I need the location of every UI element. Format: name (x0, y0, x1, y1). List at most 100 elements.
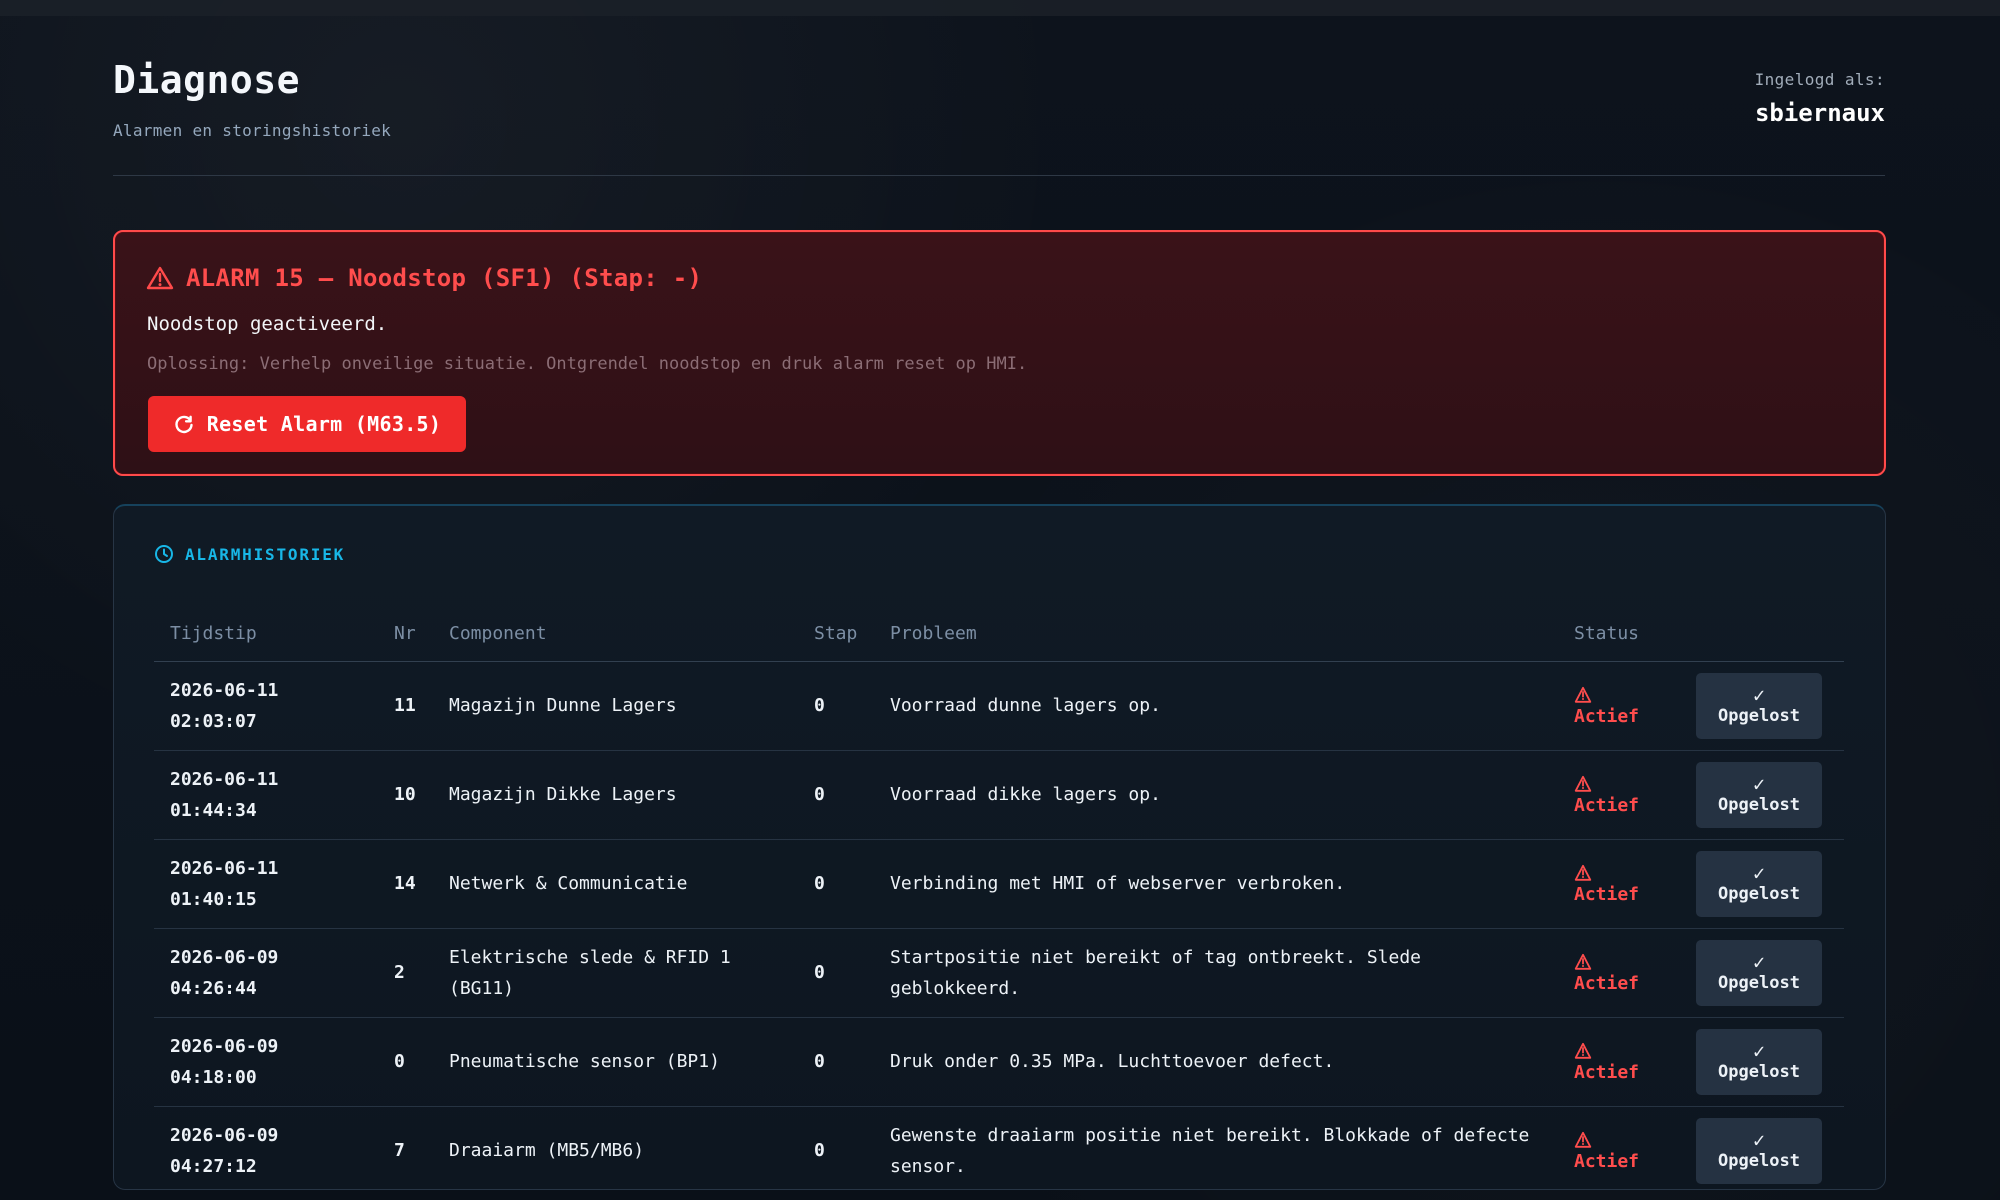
table-row: 2026-06-11 01:40:15 14 Netwerk & Communi… (154, 839, 1844, 929)
status-wrap: Actief (1574, 685, 1680, 730)
check-icon: ✓ (1752, 772, 1766, 796)
warning-triangle-icon (1574, 774, 1592, 792)
status-text: Actief (1574, 706, 1640, 727)
active-alarm-card: ALARM 15 – Noodstop (SF1) (Stap: -) Nood… (113, 230, 1886, 476)
column-action (1680, 606, 1844, 662)
reset-button-label: Reset Alarm (M63.5) (206, 412, 442, 436)
step-cell: 0 (798, 928, 874, 1018)
history-table-wrap: Tijdstip Nr Component Stap Probleem Stat… (154, 606, 1844, 1189)
resolve-button[interactable]: ✓ Opgelost (1696, 850, 1822, 917)
alarm-solution: Oplossing: Verhelp onveilige situatie. O… (147, 354, 1028, 374)
warning-triangle-icon (1574, 1041, 1592, 1059)
alarm-title-row: ALARM 15 – Noodstop (SF1) (Stap: -) (146, 264, 702, 292)
check-icon: ✓ (1752, 861, 1766, 885)
check-icon: ✓ (1752, 683, 1766, 707)
component-cell: Netwerk & Communicatie (433, 839, 798, 929)
table-header: Tijdstip Nr Component Stap Probleem Stat… (154, 606, 1844, 662)
status-cell: Actief (1558, 750, 1680, 840)
resolve-button[interactable]: ✓ Opgelost (1696, 672, 1822, 739)
resolve-button-label: Opgelost (1718, 973, 1800, 993)
component-cell: Elektrische slede & RFID 1 (BG11) (433, 928, 798, 1018)
column-stap: Stap (798, 606, 874, 662)
resolve-button-label: Opgelost (1718, 706, 1800, 726)
history-heading: ALARMHISTORIEK (154, 544, 345, 564)
status-wrap: Actief (1574, 1130, 1680, 1175)
problem-cell: Voorraad dunne lagers op. (874, 661, 1558, 751)
table-row: 2026-06-11 01:44:34 10 Magazijn Dikke La… (154, 750, 1844, 840)
step-cell: 0 (798, 1017, 874, 1107)
status-cell: Actief (1558, 1017, 1680, 1107)
problem-cell: Gewenste draaiarm positie niet bereikt. … (874, 1106, 1558, 1189)
page-subtitle: Alarmen en storingshistoriek (113, 121, 392, 140)
warning-triangle-icon (1574, 952, 1592, 970)
problem-cell: Voorraad dikke lagers op. (874, 750, 1558, 840)
status-text: Actief (1574, 1151, 1640, 1172)
problem-cell: Startpositie niet bereikt of tag ontbree… (874, 928, 1558, 1018)
header-row: Tijdstip Nr Component Stap Probleem Stat… (154, 606, 1844, 662)
nr-cell: 2 (378, 928, 433, 1018)
action-cell: ✓ Opgelost (1680, 839, 1844, 929)
component-cell: Magazijn Dikke Lagers (433, 750, 798, 840)
alarm-history-table: Tijdstip Nr Component Stap Probleem Stat… (154, 606, 1844, 1189)
clock-icon (154, 544, 174, 564)
step-cell: 0 (798, 750, 874, 840)
status-wrap: Actief (1574, 952, 1680, 997)
nr-cell: 14 (378, 839, 433, 929)
resolve-button[interactable]: ✓ Opgelost (1696, 1117, 1822, 1184)
step-cell: 0 (798, 1106, 874, 1189)
page-title: Diagnose (113, 58, 301, 102)
check-icon: ✓ (1752, 1128, 1766, 1152)
warning-triangle-icon (146, 266, 174, 290)
nr-cell: 10 (378, 750, 433, 840)
status-cell: Actief (1558, 661, 1680, 751)
action-cell: ✓ Opgelost (1680, 1106, 1844, 1189)
status-text: Actief (1574, 1062, 1640, 1083)
resolve-button-label: Opgelost (1718, 884, 1800, 904)
column-component: Component (433, 606, 798, 662)
warning-triangle-icon (1574, 1130, 1592, 1148)
page-header: Diagnose Alarmen en storingshistoriek In… (113, 58, 1885, 176)
status-cell: Actief (1558, 839, 1680, 929)
alarm-history-card: ALARMHISTORIEK Tijdstip Nr Component Sta… (113, 504, 1886, 1190)
column-probleem: Probleem (874, 606, 1558, 662)
diagnose-page: Diagnose Alarmen en storingshistoriek In… (0, 0, 2000, 1200)
table-body: 2026-06-11 02:03:07 11 Magazijn Dunne La… (154, 661, 1844, 1189)
action-cell: ✓ Opgelost (1680, 750, 1844, 840)
warning-triangle-icon (1574, 685, 1592, 703)
resolve-button[interactable]: ✓ Opgelost (1696, 1028, 1822, 1095)
component-cell: Draaiarm (MB5/MB6) (433, 1106, 798, 1189)
table-row: 2026-06-09 04:18:00 0 Pneumatische senso… (154, 1017, 1844, 1107)
time-cell: 2026-06-11 02:03:07 (154, 661, 378, 751)
table-row: 2026-06-09 04:27:12 7 Draaiarm (MB5/MB6)… (154, 1106, 1844, 1189)
resolve-button-label: Opgelost (1718, 795, 1800, 815)
status-cell: Actief (1558, 928, 1680, 1018)
status-wrap: Actief (1574, 863, 1680, 908)
column-tijdstip: Tijdstip (154, 606, 378, 662)
resolve-button-label: Opgelost (1718, 1062, 1800, 1082)
time-cell: 2026-06-11 01:44:34 (154, 750, 378, 840)
action-cell: ✓ Opgelost (1680, 928, 1844, 1018)
top-bar (0, 0, 2000, 16)
step-cell: 0 (798, 839, 874, 929)
resolve-button[interactable]: ✓ Opgelost (1696, 761, 1822, 828)
alarm-title: ALARM 15 – Noodstop (SF1) (Stap: -) (186, 264, 703, 292)
nr-cell: 0 (378, 1017, 433, 1107)
status-text: Actief (1574, 973, 1640, 994)
check-icon: ✓ (1752, 1039, 1766, 1063)
resolve-button[interactable]: ✓ Opgelost (1696, 939, 1822, 1006)
status-wrap: Actief (1574, 1041, 1680, 1086)
reset-alarm-button[interactable]: Reset Alarm (M63.5) (148, 396, 466, 452)
step-cell: 0 (798, 661, 874, 751)
time-cell: 2026-06-09 04:27:12 (154, 1106, 378, 1189)
login-user: sbiernaux (1754, 99, 1885, 127)
component-cell: Pneumatische sensor (BP1) (433, 1017, 798, 1107)
history-title: ALARMHISTORIEK (185, 544, 346, 564)
table-row: 2026-06-09 04:26:44 2 Elektrische slede … (154, 928, 1844, 1018)
time-cell: 2026-06-09 04:18:00 (154, 1017, 378, 1107)
action-cell: ✓ Opgelost (1680, 1017, 1844, 1107)
warning-triangle-icon (1574, 863, 1592, 881)
refresh-icon (173, 413, 195, 435)
status-cell: Actief (1558, 1106, 1680, 1189)
check-icon: ✓ (1752, 950, 1766, 974)
login-info: Ingelogd als: sbiernaux (1755, 70, 1885, 127)
